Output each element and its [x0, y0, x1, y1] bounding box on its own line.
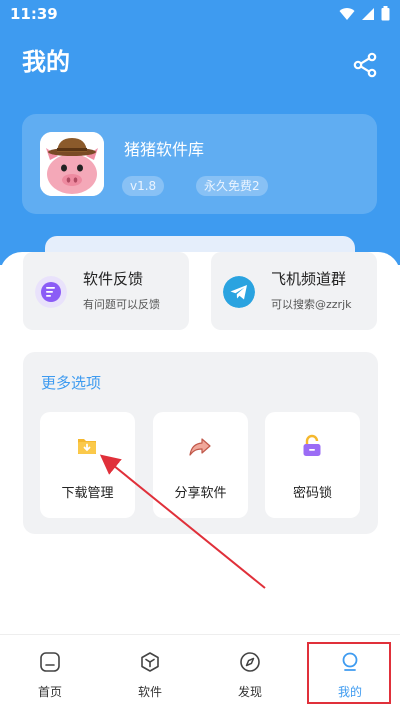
share-arrow-icon: [189, 438, 211, 456]
page-title: 我的: [22, 48, 70, 76]
profile-icon: [342, 652, 358, 671]
cube-icon: [141, 652, 159, 672]
download-manager-label: 下载管理: [61, 486, 114, 501]
nav-discover-label: 发现: [237, 685, 262, 699]
pig-logo-icon: [40, 132, 104, 196]
lock-icon: [303, 434, 321, 456]
bottom-navigation: 首页 软件 发现 我的: [0, 634, 400, 711]
compass-icon: [240, 652, 260, 672]
password-lock-button[interactable]: 密码锁: [265, 412, 360, 518]
battery-icon: [381, 6, 390, 21]
license-badge: 永久免费2: [196, 176, 268, 196]
share-software-button[interactable]: 分享软件: [153, 412, 248, 518]
download-folder-icon: [78, 439, 96, 454]
share-software-label: 分享软件: [174, 486, 227, 501]
wifi-icon: [339, 7, 355, 20]
download-manager-button[interactable]: 下载管理: [40, 412, 135, 518]
feedback-subtitle: 有问题可以反馈: [83, 298, 160, 311]
nav-home[interactable]: 首页: [0, 635, 100, 711]
profile-card[interactable]: 猪猪软件库 v1.8 永久免费2: [22, 114, 377, 214]
telegram-channel-subtitle: 可以搜索@zzrjk: [271, 298, 352, 311]
status-time: 11:39: [10, 5, 58, 23]
password-lock-label: 密码锁: [292, 486, 332, 501]
telegram-channel-card[interactable]: 飞机频道群 可以搜索@zzrjk: [211, 252, 377, 330]
more-options-title: 更多选项: [41, 374, 102, 392]
nav-software-label: 软件: [137, 685, 162, 699]
nav-mine-label: 我的: [337, 685, 362, 699]
feedback-title: 软件反馈: [83, 270, 144, 288]
status-icons: [339, 6, 390, 21]
more-options-card: 更多选项 下载管理 分享软件 密码锁: [23, 352, 378, 534]
nav-discover[interactable]: 发现: [200, 635, 300, 711]
feedback-icon: [35, 276, 67, 308]
version-badge: v1.8: [122, 176, 165, 196]
nav-mine[interactable]: 我的: [300, 635, 400, 711]
share-icon[interactable]: [352, 52, 378, 78]
signal-icon: [362, 7, 374, 20]
status-bar: 11:39: [0, 0, 400, 28]
feedback-card[interactable]: 软件反馈 有问题可以反馈: [23, 252, 189, 330]
telegram-icon: [223, 276, 255, 308]
home-icon: [40, 652, 60, 672]
app-name: 猪猪软件库: [124, 140, 205, 159]
telegram-channel-title: 飞机频道群: [271, 270, 347, 288]
nav-home-label: 首页: [37, 685, 62, 699]
nav-software[interactable]: 软件: [100, 635, 200, 711]
avatar: [40, 132, 104, 196]
